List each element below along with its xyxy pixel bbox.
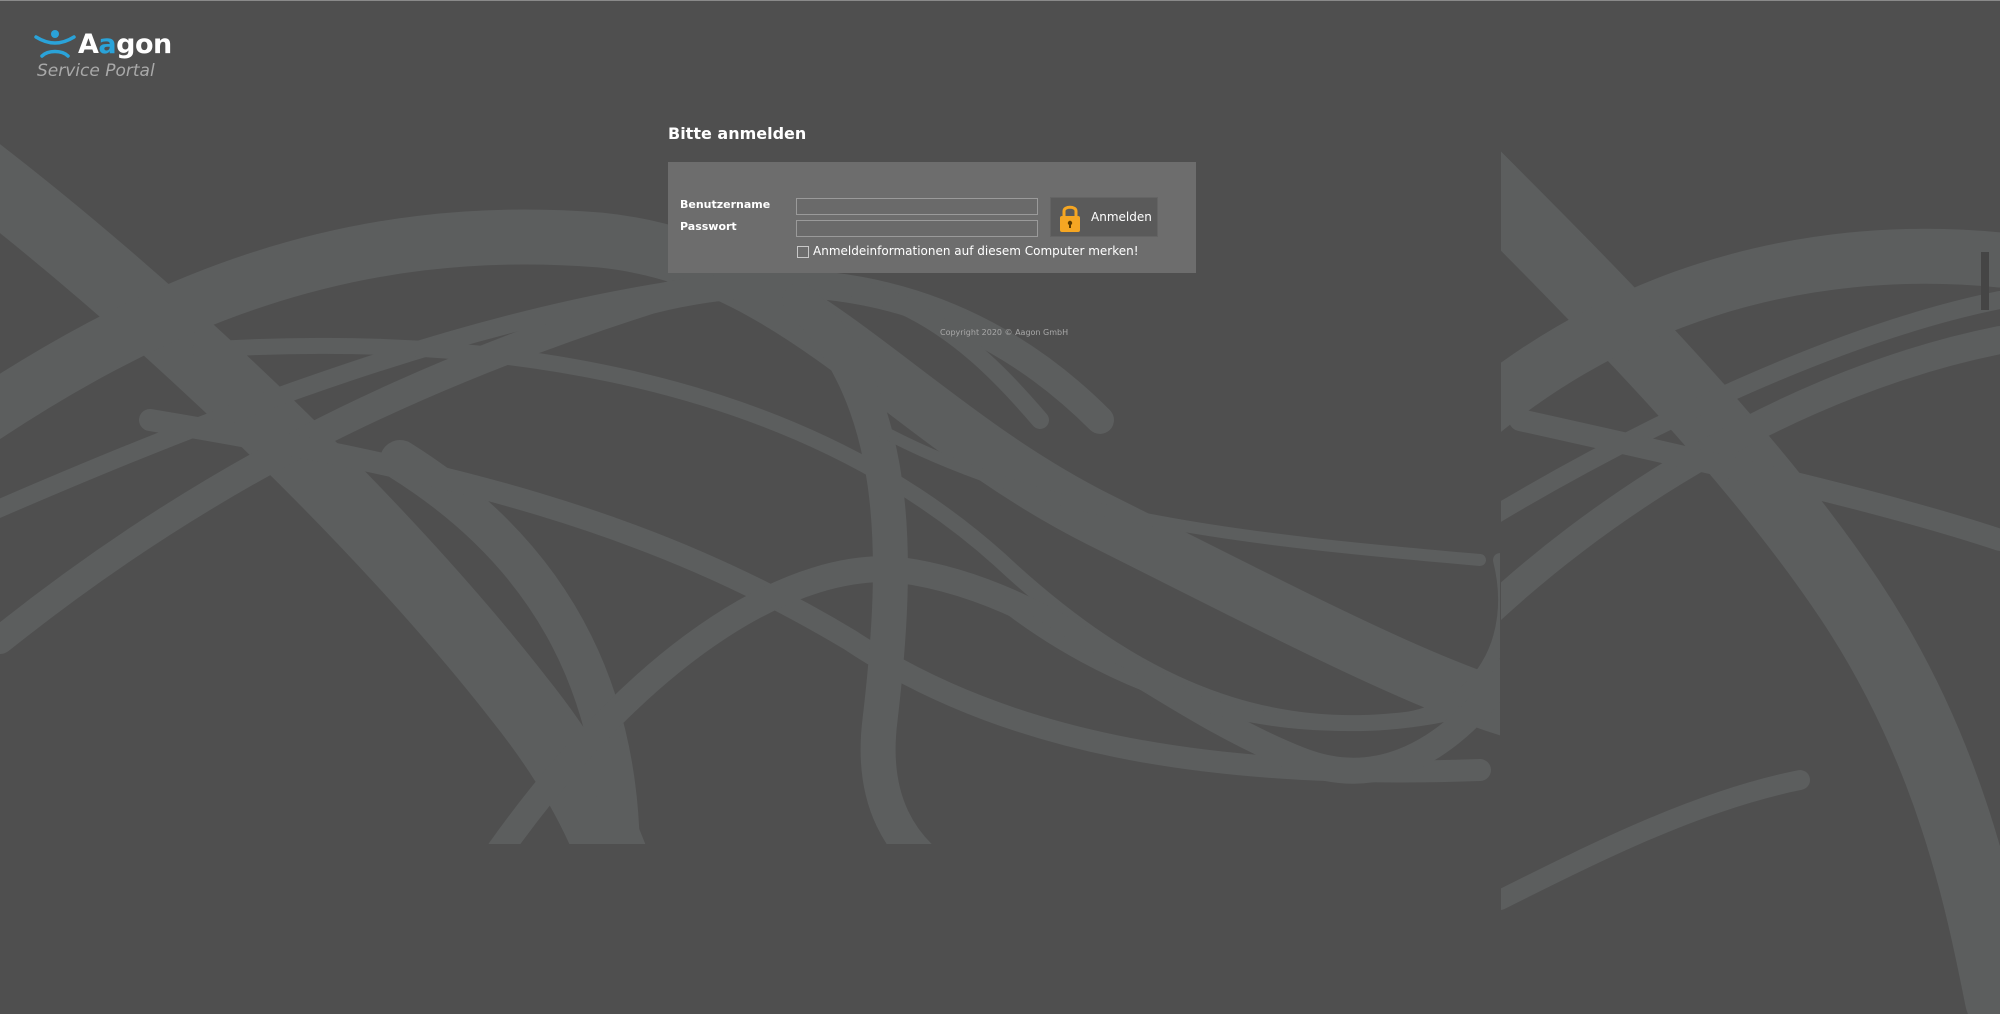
password-label: Passwort bbox=[680, 220, 737, 233]
scrollbar-thumb[interactable] bbox=[1981, 252, 1989, 310]
login-button-label: Anmelden bbox=[1091, 210, 1152, 224]
aagon-logo: Aagon Service Portal bbox=[34, 28, 172, 84]
copyright-text: Copyright 2020 © Aagon GmbH bbox=[940, 328, 1069, 337]
remember-checkbox[interactable] bbox=[797, 246, 809, 258]
login-page: Aagon Service Portal Bitte anmelden Benu… bbox=[0, 0, 2000, 1014]
login-button[interactable]: Anmelden bbox=[1050, 197, 1158, 237]
login-panel: Benutzername Passwort Anmelden Anmeldein… bbox=[668, 162, 1196, 273]
logo-brand-suffix: gon bbox=[116, 29, 172, 60]
username-label: Benutzername bbox=[680, 198, 771, 211]
logo-brand-accent: a bbox=[98, 29, 117, 60]
lock-icon bbox=[1060, 205, 1080, 232]
username-input[interactable] bbox=[796, 198, 1038, 215]
logo-brand: Aagon bbox=[78, 29, 172, 60]
login-title: Bitte anmelden bbox=[668, 124, 807, 143]
background-swirls bbox=[0, 144, 2000, 1014]
logo-subtitle: Service Portal bbox=[37, 61, 155, 81]
password-input[interactable] bbox=[796, 220, 1038, 237]
remember-label[interactable]: Anmeldeinformationen auf diesem Computer… bbox=[813, 244, 1139, 258]
logo-brand-prefix: A bbox=[78, 29, 99, 60]
aagon-figure-icon bbox=[34, 30, 76, 58]
